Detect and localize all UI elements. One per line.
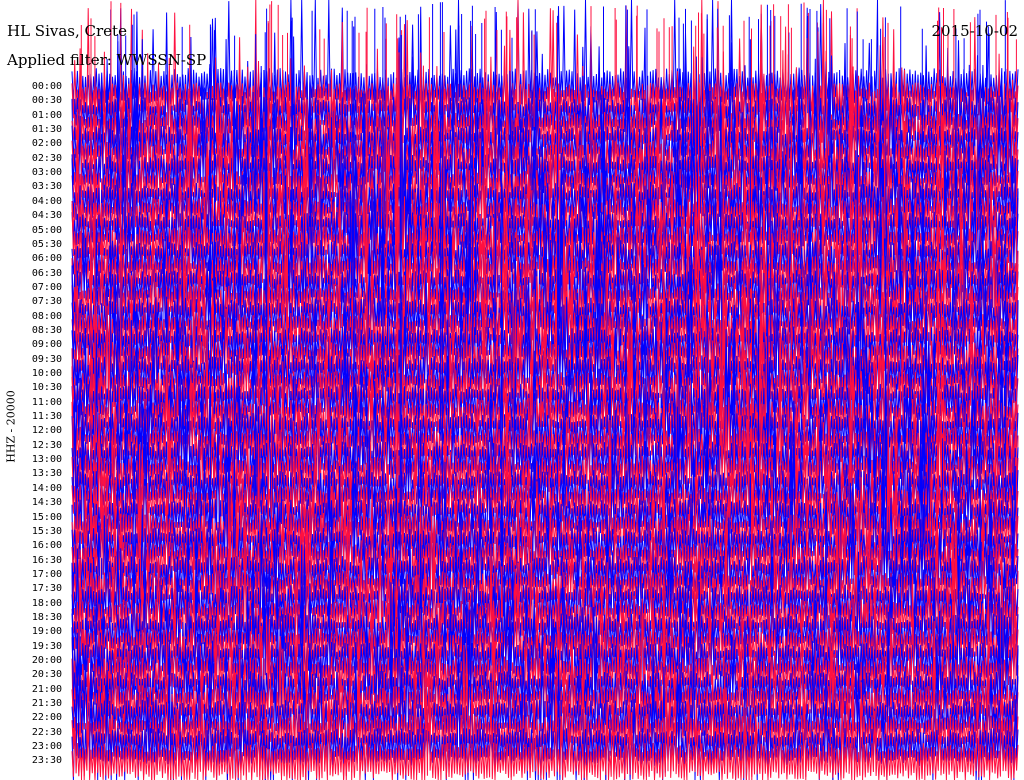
y-tick-label: 20:30 (31, 669, 62, 681)
y-tick-label: 04:00 (31, 195, 62, 207)
y-tick-label: 05:00 (31, 224, 62, 236)
y-tick-label: 18:30 (31, 611, 62, 623)
y-tick-label: 03:30 (31, 181, 62, 193)
y-tick-label: 02:30 (31, 152, 62, 164)
y-tick-label: 08:30 (31, 324, 62, 336)
y-tick-label: 22:00 (31, 712, 62, 724)
y-tick-label: 08:00 (31, 310, 62, 322)
y-tick-label: 09:00 (31, 339, 62, 351)
y-tick-label: 13:00 (31, 454, 62, 466)
y-tick-label: 17:30 (31, 583, 62, 595)
filter-label: Applied filter: WWSSN-SP (7, 51, 207, 69)
y-tick-label: 20:00 (31, 655, 62, 666)
y-tick-label: 06:30 (31, 267, 62, 279)
y-tick-label: 01:00 (31, 109, 62, 121)
y-tick-label: 04:30 (31, 210, 62, 222)
y-tick-label: 10:30 (31, 382, 62, 394)
y-tick-label: 21:30 (31, 698, 62, 710)
y-tick-label: 05:30 (31, 238, 62, 250)
y-tick-label: 17:00 (31, 568, 62, 580)
y-tick-label: 13:30 (31, 468, 62, 480)
y-tick-label: 14:00 (31, 482, 62, 494)
y-tick-label: 15:30 (31, 525, 62, 537)
y-tick-label: 11:30 (31, 411, 62, 423)
station-title: HL Sivas, Crete (7, 22, 127, 40)
y-tick-label: 09:30 (31, 353, 62, 365)
y-tick-label: 00:30 (31, 95, 62, 107)
y-tick-label: 18:00 (31, 597, 62, 609)
y-tick-label: 10:00 (31, 368, 62, 379)
y-tick-label: 19:30 (31, 640, 62, 652)
y-tick-label: 11:00 (31, 396, 62, 408)
y-tick-label: 01:30 (31, 124, 62, 136)
y-tick-label: 19:00 (31, 626, 62, 638)
y-tick-label: 15:00 (31, 511, 62, 523)
y-tick-label: 12:00 (31, 425, 62, 437)
y-tick-label: 14:30 (31, 497, 62, 509)
y-tick-label: 23:30 (31, 755, 62, 767)
y-tick-label: 00:00 (31, 81, 62, 92)
y-tick-label: 16:00 (31, 540, 62, 552)
y-tick-label: 21:00 (31, 683, 62, 695)
y-tick-label: 22:30 (31, 726, 62, 738)
y-tick-label: 07:00 (31, 281, 62, 293)
helicorder-plot (71, 0, 1019, 780)
y-tick-label: 03:00 (31, 167, 62, 179)
y-tick-label: 06:00 (31, 253, 62, 265)
y-tick-label: 12:30 (31, 439, 62, 451)
y-tick-label: 07:30 (31, 296, 62, 308)
y-tick-label: 02:00 (31, 138, 62, 150)
y-tick-label: 23:00 (31, 741, 62, 753)
date-label: 2015-10-02 (931, 22, 1018, 40)
y-tick-label: 16:30 (31, 554, 62, 566)
